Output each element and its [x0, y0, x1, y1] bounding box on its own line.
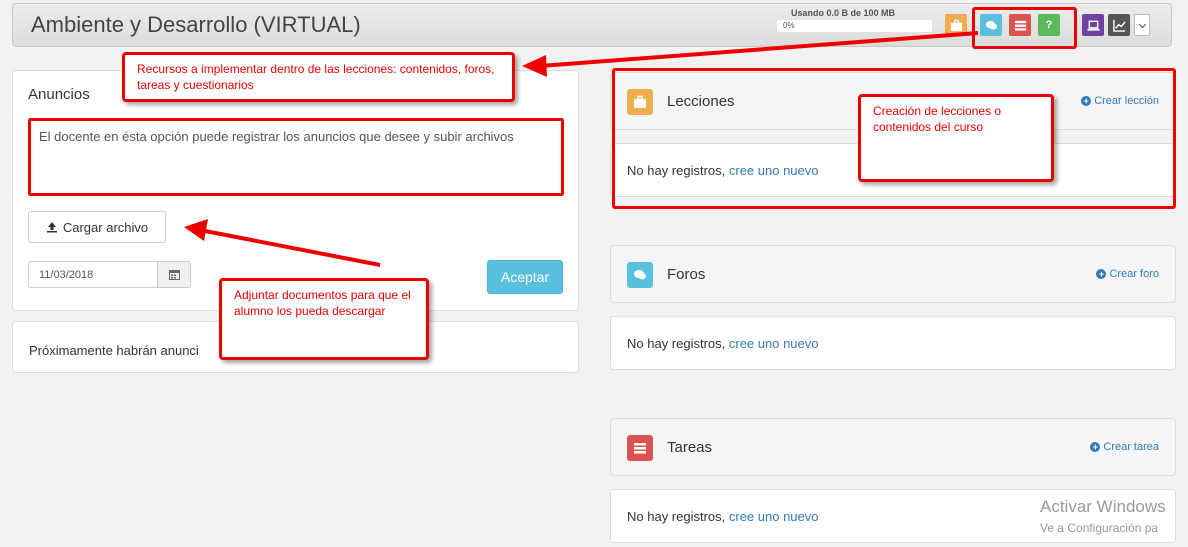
resources-annotation: Recursos a implementar dentro de las lec…: [122, 52, 515, 102]
lessons-annotation: Creación de lecciones o contenidos del c…: [858, 94, 1054, 182]
attach-annotation: Adjuntar documentos para que el alumno l…: [219, 278, 429, 360]
